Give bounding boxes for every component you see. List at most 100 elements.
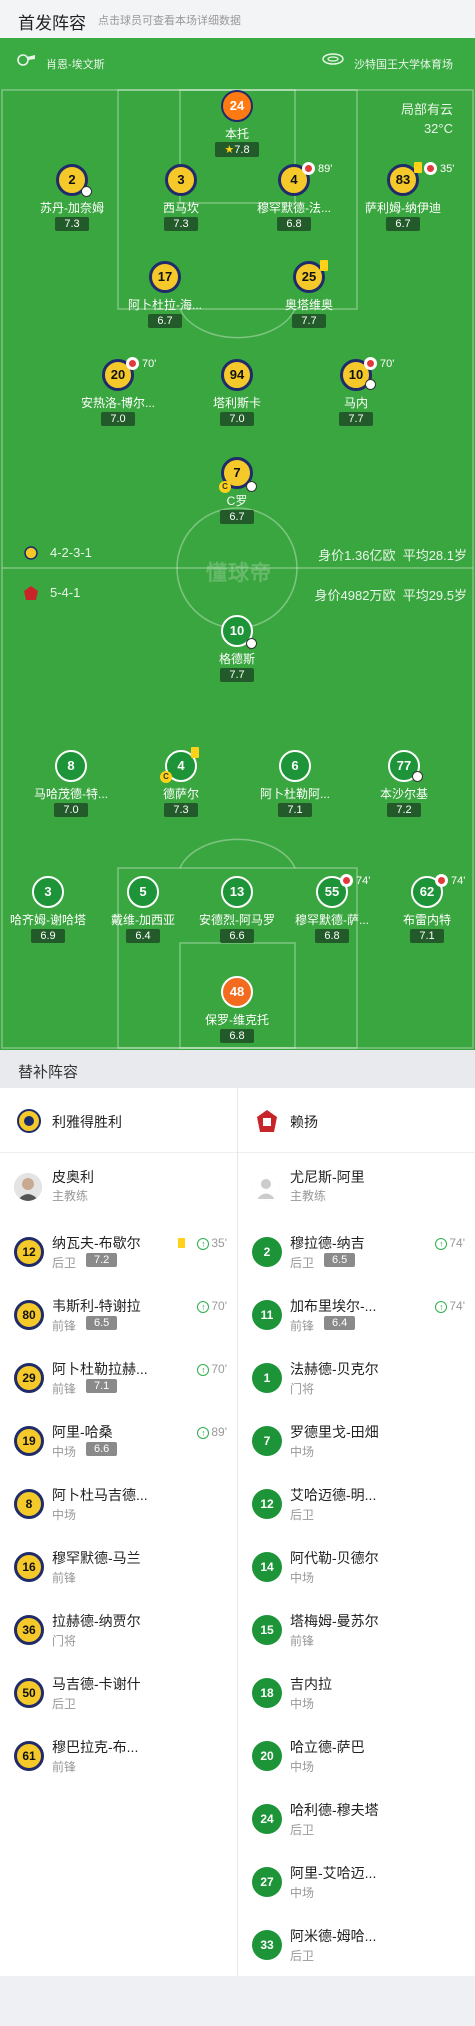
player-name: 阿里-哈桑 — [52, 1424, 113, 1440]
player-position: 前锋 — [52, 1760, 77, 1774]
weather-temperature: 32°C — [423, 121, 453, 136]
sub-minute: 70' — [211, 1362, 227, 1376]
player-name: 阿代勒-贝德尔 — [290, 1550, 379, 1566]
manager-name: 皮奥利 — [52, 1169, 94, 1185]
shirt-number: 16 — [14, 1552, 44, 1582]
player-away-10[interactable]: 10 格德斯 7.7 — [182, 615, 292, 683]
player-position: 前锋 — [52, 1382, 77, 1396]
shirt-number: 12 — [252, 1489, 282, 1519]
player-rating: 6.4 — [126, 929, 160, 943]
sub-row[interactable]: 36 拉赫德-纳贾尔 门将 — [0, 1598, 237, 1661]
player-position: 门将 — [290, 1382, 315, 1396]
shirt-number: 3 — [165, 164, 197, 196]
player-home-10[interactable]: 10 马内 7.7 — [301, 359, 411, 427]
sub-in-icon: ↑ — [435, 1238, 448, 1250]
player-home-25[interactable]: 25 奥塔维奥 7.7 — [254, 261, 364, 329]
sub-row[interactable]: 29 阿卜杜勒拉赫... 前锋 7.1 ↑ 70' — [0, 1346, 237, 1409]
player-rating: 7.3 — [55, 217, 89, 231]
sub-out-icon — [340, 874, 353, 887]
home-team-value: 身价1.36亿欧 平均28.1岁 — [318, 545, 467, 564]
page-footer — [0, 1976, 475, 2026]
player-away-4[interactable]: 4 德萨尔 7.3 — [126, 750, 236, 818]
shirt-number: 11 — [252, 1300, 282, 1330]
sub-row[interactable]: 80 韦斯利-特谢拉 前锋 6.5 ↑ 70' — [0, 1283, 237, 1346]
sub-row[interactable]: 33 阿米德-姆哈... 后卫 — [238, 1913, 475, 1976]
ball-icon — [246, 638, 257, 649]
player-name: 苏丹-加奈姆 — [40, 201, 104, 214]
player-away-48[interactable]: 48 保罗-维克托 6.8 — [182, 976, 292, 1044]
player-home-2[interactable]: 2 苏丹-加奈姆 7.3 — [17, 164, 127, 232]
sub-row[interactable]: 11 加布里埃尔-... 前锋 6.4 ↑ 74' — [238, 1283, 475, 1346]
player-name: 穆拉德-纳吉 — [290, 1235, 365, 1251]
player-name: 本沙尔基 — [379, 787, 428, 800]
home-bench-header[interactable]: 利雅得胜利 — [0, 1088, 237, 1153]
player-away-55[interactable]: 55 穆罕默德-萨... 6.8 — [277, 876, 387, 944]
player-name: 西马坎 — [162, 201, 199, 214]
yellow-card-icon — [178, 1238, 185, 1248]
shirt-number: 2 — [252, 1237, 282, 1267]
shirt-number: 50 — [14, 1678, 44, 1708]
player-away-6[interactable]: 6 阿卜杜勒阿... 7.1 — [240, 750, 350, 818]
player-away-13[interactable]: 13 安德烈-阿马罗 6.6 — [182, 876, 292, 944]
captain-icon: C — [219, 481, 231, 493]
player-position: 前锋 — [290, 1319, 315, 1333]
player-position: 中场 — [290, 1445, 315, 1459]
shirt-number: 36 — [14, 1615, 44, 1645]
shirt-number: 33 — [252, 1930, 282, 1960]
sub-row[interactable]: 20 哈立德-萨巴 中场 — [238, 1724, 475, 1787]
player-home-4[interactable]: 4 穆罕默德-法... 6.8 — [239, 164, 349, 232]
sub-row[interactable]: 15 塔梅姆-曼苏尔 前锋 — [238, 1598, 475, 1661]
sub-row[interactable]: 18 吉内拉 中场 — [238, 1661, 475, 1724]
player-name: 马内 — [343, 396, 368, 409]
player-away-8[interactable]: 8 马哈茂德-特... 7.0 — [16, 750, 126, 818]
away-manager[interactable]: 尤尼斯-阿里 主教练 — [238, 1153, 475, 1220]
home-manager[interactable]: 皮奥利 主教练 — [0, 1153, 237, 1220]
sub-row[interactable]: 1 法赫德-贝克尔 门将 — [238, 1346, 475, 1409]
sub-minute: 74' — [449, 1236, 465, 1250]
shirt-number: 13 — [221, 876, 253, 908]
sub-row[interactable]: 7 罗德里戈-田畑 中场 — [238, 1409, 475, 1472]
player-home-94[interactable]: 94 塔利斯卡 7.0 — [182, 359, 292, 427]
player-position: 中场 — [290, 1760, 315, 1774]
player-home-20[interactable]: 20 安热洛-博尔... 7.0 — [63, 359, 173, 427]
sub-row[interactable]: 12 纳瓦夫-布歇尔 后卫 7.2 ↑ 35' — [0, 1220, 237, 1283]
sub-minute: 89' — [211, 1425, 227, 1439]
player-home-24[interactable]: 24 本托 ★7.8 — [182, 90, 292, 158]
sub-row[interactable]: 14 阿代勒-贝德尔 中场 — [238, 1535, 475, 1598]
shirt-number: 19 — [14, 1426, 44, 1456]
ball-icon — [412, 771, 423, 782]
player-away-77[interactable]: 77 本沙尔基 7.2 — [349, 750, 459, 818]
player-home-17[interactable]: 17 阿卜杜拉-海... 6.7 — [110, 261, 220, 329]
shirt-number: 18 — [252, 1678, 282, 1708]
sub-row[interactable]: 27 阿里-艾哈迈... 中场 — [238, 1850, 475, 1913]
sub-out-icon — [302, 162, 315, 175]
away-bench-header[interactable]: 赖扬 — [238, 1088, 475, 1153]
player-position: 中场 — [290, 1886, 315, 1900]
sub-in-icon: ↑ — [197, 1427, 210, 1439]
sub-in: ↑ 70' — [197, 1299, 227, 1313]
player-name: 格德斯 — [218, 652, 255, 665]
sub-row[interactable]: 50 马吉德-卡谢什 后卫 — [0, 1661, 237, 1724]
player-home-3[interactable]: 3 西马坎 7.3 — [126, 164, 236, 232]
sub-row[interactable]: 16 穆罕默德-马兰 前锋 — [0, 1535, 237, 1598]
manager-name: 尤尼斯-阿里 — [290, 1169, 365, 1185]
sub-in: ↑ 74' — [435, 1236, 465, 1250]
player-position: 前锋 — [52, 1571, 77, 1585]
sub-row[interactable]: 8 阿卜杜马吉德... 中场 — [0, 1472, 237, 1535]
player-name: 阿米德-姆哈... — [290, 1928, 377, 1944]
sub-row[interactable]: 24 哈利德-穆夫塔 后卫 — [238, 1787, 475, 1850]
sub-row[interactable]: 2 穆拉德-纳吉 后卫 6.5 ↑ 74' — [238, 1220, 475, 1283]
player-home-7[interactable]: 7 C罗 6.7 — [182, 457, 292, 525]
sub-row[interactable]: 12 艾哈迈德-明... 后卫 — [238, 1472, 475, 1535]
player-name: C罗 — [226, 494, 248, 507]
shirt-number: 8 — [14, 1489, 44, 1519]
yellow-card-icon — [320, 260, 328, 271]
bench-panel: 利雅得胜利 皮奥利 主教练 12 纳瓦夫-布歇尔 后卫 7.2 ↑ 35' 80 … — [0, 1088, 475, 1976]
player-rating: 6.7 — [148, 314, 182, 328]
sub-minute: 89' — [318, 163, 333, 175]
ball-icon — [246, 481, 257, 492]
sub-row[interactable]: 61 穆巴拉克-布... 前锋 — [0, 1724, 237, 1787]
player-rating: 7.2 — [86, 1253, 118, 1267]
shirt-number: 80 — [14, 1300, 44, 1330]
sub-row[interactable]: 19 阿里-哈桑 中场 6.6 ↑ 89' — [0, 1409, 237, 1472]
